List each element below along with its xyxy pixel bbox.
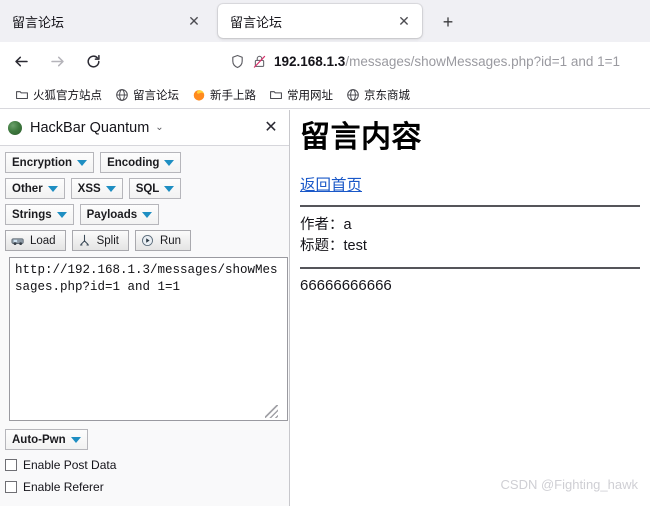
chevron-down-icon <box>105 185 116 192</box>
firefox-icon <box>191 88 206 103</box>
message-title: 标题：test <box>300 238 367 254</box>
url-host: 192.168.1.3 <box>274 53 346 69</box>
chevron-down-icon <box>164 159 175 166</box>
chevron-down-icon <box>142 211 153 218</box>
browser-window: 留言论坛 ✕ 留言论坛 ✕ + 192.168.1.3/messages/sho… <box>0 0 650 506</box>
globe-icon <box>345 88 360 103</box>
folder-icon <box>268 88 283 103</box>
xss-menu-button[interactable]: XSS <box>70 178 123 199</box>
message-author: 作者：a <box>300 217 352 233</box>
load-icon <box>11 234 25 248</box>
hackbar-button-row-2: Other XSS SQL <box>5 178 284 199</box>
tab-close-icon[interactable]: ✕ <box>184 11 204 31</box>
url-bar[interactable]: 192.168.1.3/messages/showMessages.php?id… <box>222 46 646 76</box>
bookmark-label: 留言论坛 <box>133 90 179 102</box>
tab-close-icon[interactable]: ✕ <box>394 11 414 31</box>
tab-title: 留言论坛 <box>230 14 283 30</box>
chevron-down-icon <box>56 211 67 218</box>
split-button[interactable]: Split <box>71 230 129 251</box>
payloads-menu-button[interactable]: Payloads <box>79 204 160 225</box>
run-button[interactable]: Run <box>134 230 192 251</box>
button-label: Split <box>96 234 119 247</box>
bookmark-label: 新手上路 <box>210 90 256 102</box>
hackbar-button-row-1: Encryption Encoding <box>5 152 284 173</box>
checkbox-label: Enable Post Data <box>23 457 117 472</box>
button-label: Run <box>159 234 182 247</box>
encryption-menu-button[interactable]: Encryption <box>5 152 95 173</box>
hackbar-title: HackBar Quantum <box>30 119 150 136</box>
message-body: 66666666666 <box>300 277 392 294</box>
button-label: XSS <box>77 182 101 195</box>
button-label: Load <box>30 234 56 247</box>
globe-icon <box>114 88 129 103</box>
encoding-menu-button[interactable]: Encoding <box>100 152 182 173</box>
button-label: Auto-Pwn <box>12 433 66 446</box>
button-label: Encryption <box>12 156 73 169</box>
page-content: 留言内容 返回首页 作者：a 标题：test 66666666666 <box>291 110 650 506</box>
bookmark-label: 火狐官方站点 <box>33 90 102 102</box>
bookmark-item-firefox-official[interactable]: 火狐官方站点 <box>8 84 108 106</box>
bookmark-item-getting-started[interactable]: 新手上路 <box>185 84 262 106</box>
run-icon <box>141 234 155 248</box>
page-title: 留言内容 <box>300 120 422 155</box>
split-icon <box>78 234 92 248</box>
hackbar-footer: Auto-Pwn Enable Post Data Enable Referer <box>0 421 289 496</box>
other-menu-button[interactable]: Other <box>5 178 65 199</box>
close-icon[interactable]: ✕ <box>261 118 281 138</box>
new-tab-icon[interactable]: + <box>436 10 460 34</box>
checkbox-label: Enable Referer <box>23 479 104 494</box>
hackbar-action-row: Load Split Run <box>5 230 284 251</box>
enable-referer-checkbox[interactable] <box>5 480 17 493</box>
hackbar-toolbar: Encryption Encoding Other XSS SQL String… <box>0 146 289 421</box>
url-textarea[interactable]: http://192.168.1.3/messages/showMessages… <box>9 257 288 421</box>
url-text: 192.168.1.3/messages/showMessages.php?id… <box>274 54 620 69</box>
bookmark-item-forum[interactable]: 留言论坛 <box>108 84 185 106</box>
bookmark-item-common-sites[interactable]: 常用网址 <box>262 84 339 106</box>
button-label: Payloads <box>86 208 138 221</box>
tab-title: 留言论坛 <box>12 14 65 30</box>
forward-icon <box>42 46 72 76</box>
strings-menu-button[interactable]: Strings <box>5 204 74 225</box>
auto-pwn-button[interactable]: Auto-Pwn <box>5 429 88 450</box>
back-icon[interactable] <box>6 46 36 76</box>
folder-icon <box>14 88 29 103</box>
bookmark-item-jd[interactable]: 京东商城 <box>339 84 416 106</box>
button-label: Encoding <box>107 156 160 169</box>
divider-top <box>300 205 640 207</box>
enable-post-data-checkbox[interactable] <box>5 458 17 471</box>
enable-post-data-row[interactable]: Enable Post Data <box>5 455 284 474</box>
browser-tab-1[interactable]: 留言论坛 ✕ <box>0 4 212 38</box>
hackbar-panel: HackBar Quantum ⌄ ✕ Encryption Encoding … <box>0 110 290 506</box>
button-label: SQL <box>135 182 160 195</box>
chevron-down-icon <box>164 185 175 192</box>
chevron-down-icon <box>47 185 58 192</box>
chevron-down-icon <box>70 436 81 443</box>
bookmarks-toolbar: 火狐官方站点 留言论坛 新手上路 常用网址 京东商城 <box>0 82 650 109</box>
bookmark-label: 京东商城 <box>364 90 410 102</box>
hackbar-header: HackBar Quantum ⌄ ✕ <box>0 110 289 146</box>
button-label: Other <box>12 182 43 195</box>
chevron-down-icon[interactable]: ⌄ <box>155 122 163 133</box>
reload-icon[interactable] <box>78 46 108 76</box>
back-to-home-link[interactable]: 返回首页 <box>300 173 362 195</box>
button-label: Strings <box>12 208 52 221</box>
divider-bottom <box>300 267 640 269</box>
tab-strip: 留言论坛 ✕ 留言论坛 ✕ + <box>0 0 650 42</box>
lock-broken-icon[interactable] <box>248 50 270 72</box>
textarea-resize-handle[interactable] <box>265 405 278 418</box>
sql-menu-button[interactable]: SQL <box>128 178 182 199</box>
bookmark-label: 常用网址 <box>287 90 333 102</box>
hackbar-logo-icon <box>8 120 22 135</box>
url-path: /messages/showMessages.php?id=1 and 1=1 <box>345 53 621 69</box>
browser-tab-2[interactable]: 留言论坛 ✕ <box>218 4 422 38</box>
hackbar-button-row-3: Strings Payloads <box>5 204 284 225</box>
watermark: CSDN @Fighting_hawk <box>500 477 638 492</box>
load-button[interactable]: Load <box>5 230 66 251</box>
shield-icon[interactable] <box>226 50 248 72</box>
enable-referer-row[interactable]: Enable Referer <box>5 477 284 496</box>
chevron-down-icon <box>77 159 88 166</box>
